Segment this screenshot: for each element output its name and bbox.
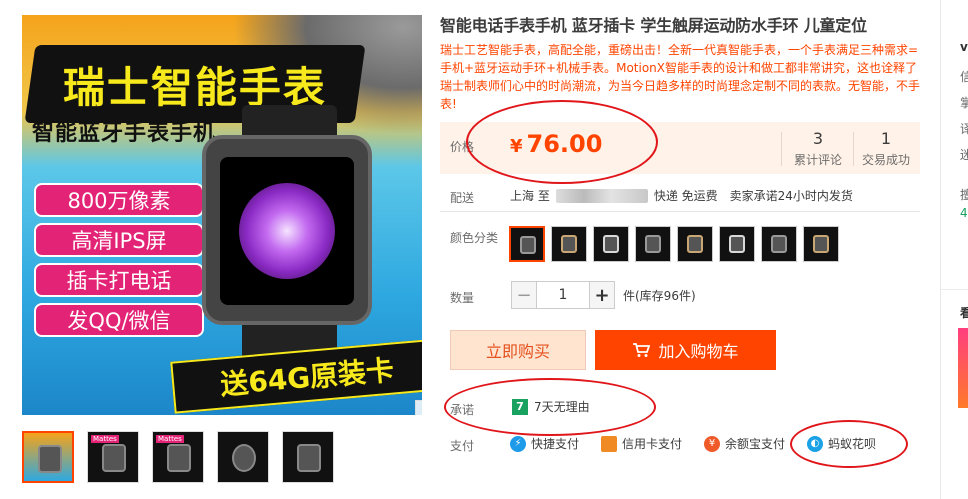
payment-method[interactable]: ¥ 余额宝支付	[704, 435, 785, 452]
cart-icon	[633, 343, 651, 357]
color-swatch[interactable]	[803, 226, 839, 262]
price-value: ¥ 76.00	[510, 130, 602, 158]
promise-info: 7 7天无理由	[512, 398, 590, 415]
shipping-fee: 快递 免运费	[653, 189, 718, 203]
thumbnail[interactable]	[282, 431, 334, 483]
quantity-increase-button[interactable]: +	[589, 281, 615, 309]
sales-count: 1	[880, 129, 892, 148]
huabei-icon: ◐	[807, 435, 824, 452]
sidebar-text: 掌	[960, 96, 968, 110]
image-promo-text: 送64G原装卡	[219, 353, 396, 402]
main-product-image[interactable]: 瑞士智能手表 智能蓝牙手表手机 800万像素 高清IPS屏 插卡打电话 发QQ/…	[22, 15, 422, 415]
color-label: 颜色分类	[450, 231, 499, 245]
price-amount: 76.00	[526, 130, 603, 158]
payment-label: 支付	[450, 439, 475, 453]
shipping-label: 配送	[450, 191, 475, 205]
sidebar-promo-image[interactable]	[958, 328, 968, 408]
image-feature: 插卡打电话	[34, 263, 204, 297]
sidebar-text: 4	[960, 206, 968, 220]
payment-methods: ⚡ 快捷支付 信用卡支付 ¥ 余额宝支付 ◐ 蚂蚁花呗	[510, 435, 876, 452]
sales-stat: 1 交易成功	[850, 128, 922, 168]
promise-label: 承诺	[450, 403, 475, 417]
sidebar-text: 译	[960, 122, 968, 136]
quantity-label: 数量	[450, 291, 475, 305]
image-feature: 800万像素	[34, 183, 204, 217]
color-swatch[interactable]	[635, 226, 671, 262]
sales-label: 交易成功	[861, 153, 910, 167]
shipping-promise: 卖家承诺24小时内发货	[729, 189, 853, 203]
payment-method-label: 余额宝支付	[725, 437, 786, 451]
promise-text[interactable]: 7天无理由	[534, 398, 590, 415]
product-info: 智能电话手表手机 蓝牙插卡 学生触屏运动防水手环 儿童定位 瑞士工艺智能手表，高…	[440, 15, 920, 113]
magnifier-icon	[421, 406, 422, 415]
payment-method[interactable]: ⚡ 快捷支付	[510, 435, 579, 452]
credit-card-icon	[601, 435, 618, 452]
product-title: 智能电话手表手机 蓝牙插卡 学生触屏运动防水手环 儿童定位	[440, 16, 867, 35]
image-subtitle: 智能蓝牙手表手机	[32, 121, 217, 146]
thumbnail[interactable]: Mattes	[87, 431, 139, 483]
zoom-button[interactable]	[415, 400, 422, 415]
image-feature: 高清IPS屏	[34, 223, 204, 257]
add-to-cart-button[interactable]: 加入购物车	[595, 330, 776, 370]
stock-info: 件(库存96件)	[623, 288, 696, 303]
image-feature: 发QQ/微信	[34, 303, 204, 337]
reviews-count: 3	[812, 129, 824, 148]
payment-method[interactable]: ◐ 蚂蚁花呗	[807, 435, 876, 452]
color-swatch[interactable]	[551, 226, 587, 262]
seven-day-return-icon: 7	[512, 398, 528, 415]
color-swatch[interactable]	[677, 226, 713, 262]
shipping-info: 上海 至 快递 免运费 卖家承诺24小时内发货	[510, 187, 853, 204]
add-to-cart-label: 加入购物车	[658, 342, 739, 361]
thumbnail[interactable]: Mattes	[152, 431, 204, 483]
sidebar-text: v	[960, 40, 968, 54]
thumbnail-strip: Mattes Mattes	[22, 431, 334, 483]
price-panel: 价格 ¥ 76.00 3 累计评论 1 交易成功	[440, 122, 920, 174]
payment-method[interactable]: 信用卡支付	[601, 435, 682, 452]
thumbnail[interactable]	[22, 431, 74, 483]
payment-method-label: 快捷支付	[531, 437, 580, 451]
payment-method-label: 信用卡支付	[622, 437, 683, 451]
buy-now-button[interactable]: 立即购买	[450, 330, 586, 370]
quantity-decrease-button[interactable]: −	[511, 281, 537, 309]
color-swatch[interactable]	[761, 226, 797, 262]
image-feature-list: 800万像素 高清IPS屏 插卡打电话 发QQ/微信	[34, 183, 204, 337]
reviews-label: 累计评论	[793, 153, 842, 167]
thumbnail[interactable]	[217, 431, 269, 483]
price-label: 价格	[450, 140, 475, 154]
watch-graphic	[202, 105, 372, 370]
sidebar-text: 迷	[960, 148, 968, 162]
payment-method-label: 蚂蚁花呗	[828, 437, 877, 451]
flower-wallpaper	[239, 183, 335, 279]
divider	[440, 211, 920, 212]
quantity-stepper: − + 件(库存96件)	[511, 281, 696, 309]
color-swatch[interactable]	[593, 226, 629, 262]
color-options	[509, 226, 839, 262]
yuebao-icon: ¥	[704, 435, 721, 452]
currency-symbol: ¥	[510, 136, 523, 157]
color-swatch[interactable]	[719, 226, 755, 262]
color-swatch[interactable]	[509, 226, 545, 262]
sidebar-text: 看	[960, 306, 968, 320]
quantity-input[interactable]	[537, 281, 589, 309]
sidebar-text: 信	[960, 70, 968, 84]
reviews-stat[interactable]: 3 累计评论	[782, 128, 854, 168]
sidebar-text: 擅	[960, 188, 968, 202]
product-description: 瑞士工艺智能手表，高配全能，重磅出击！全新一代真智能手表，一个手表满足三种需求=…	[440, 43, 921, 111]
quick-pay-icon: ⚡	[510, 435, 526, 452]
shipping-from: 上海 至	[510, 189, 550, 203]
destination-selector[interactable]	[555, 188, 648, 203]
